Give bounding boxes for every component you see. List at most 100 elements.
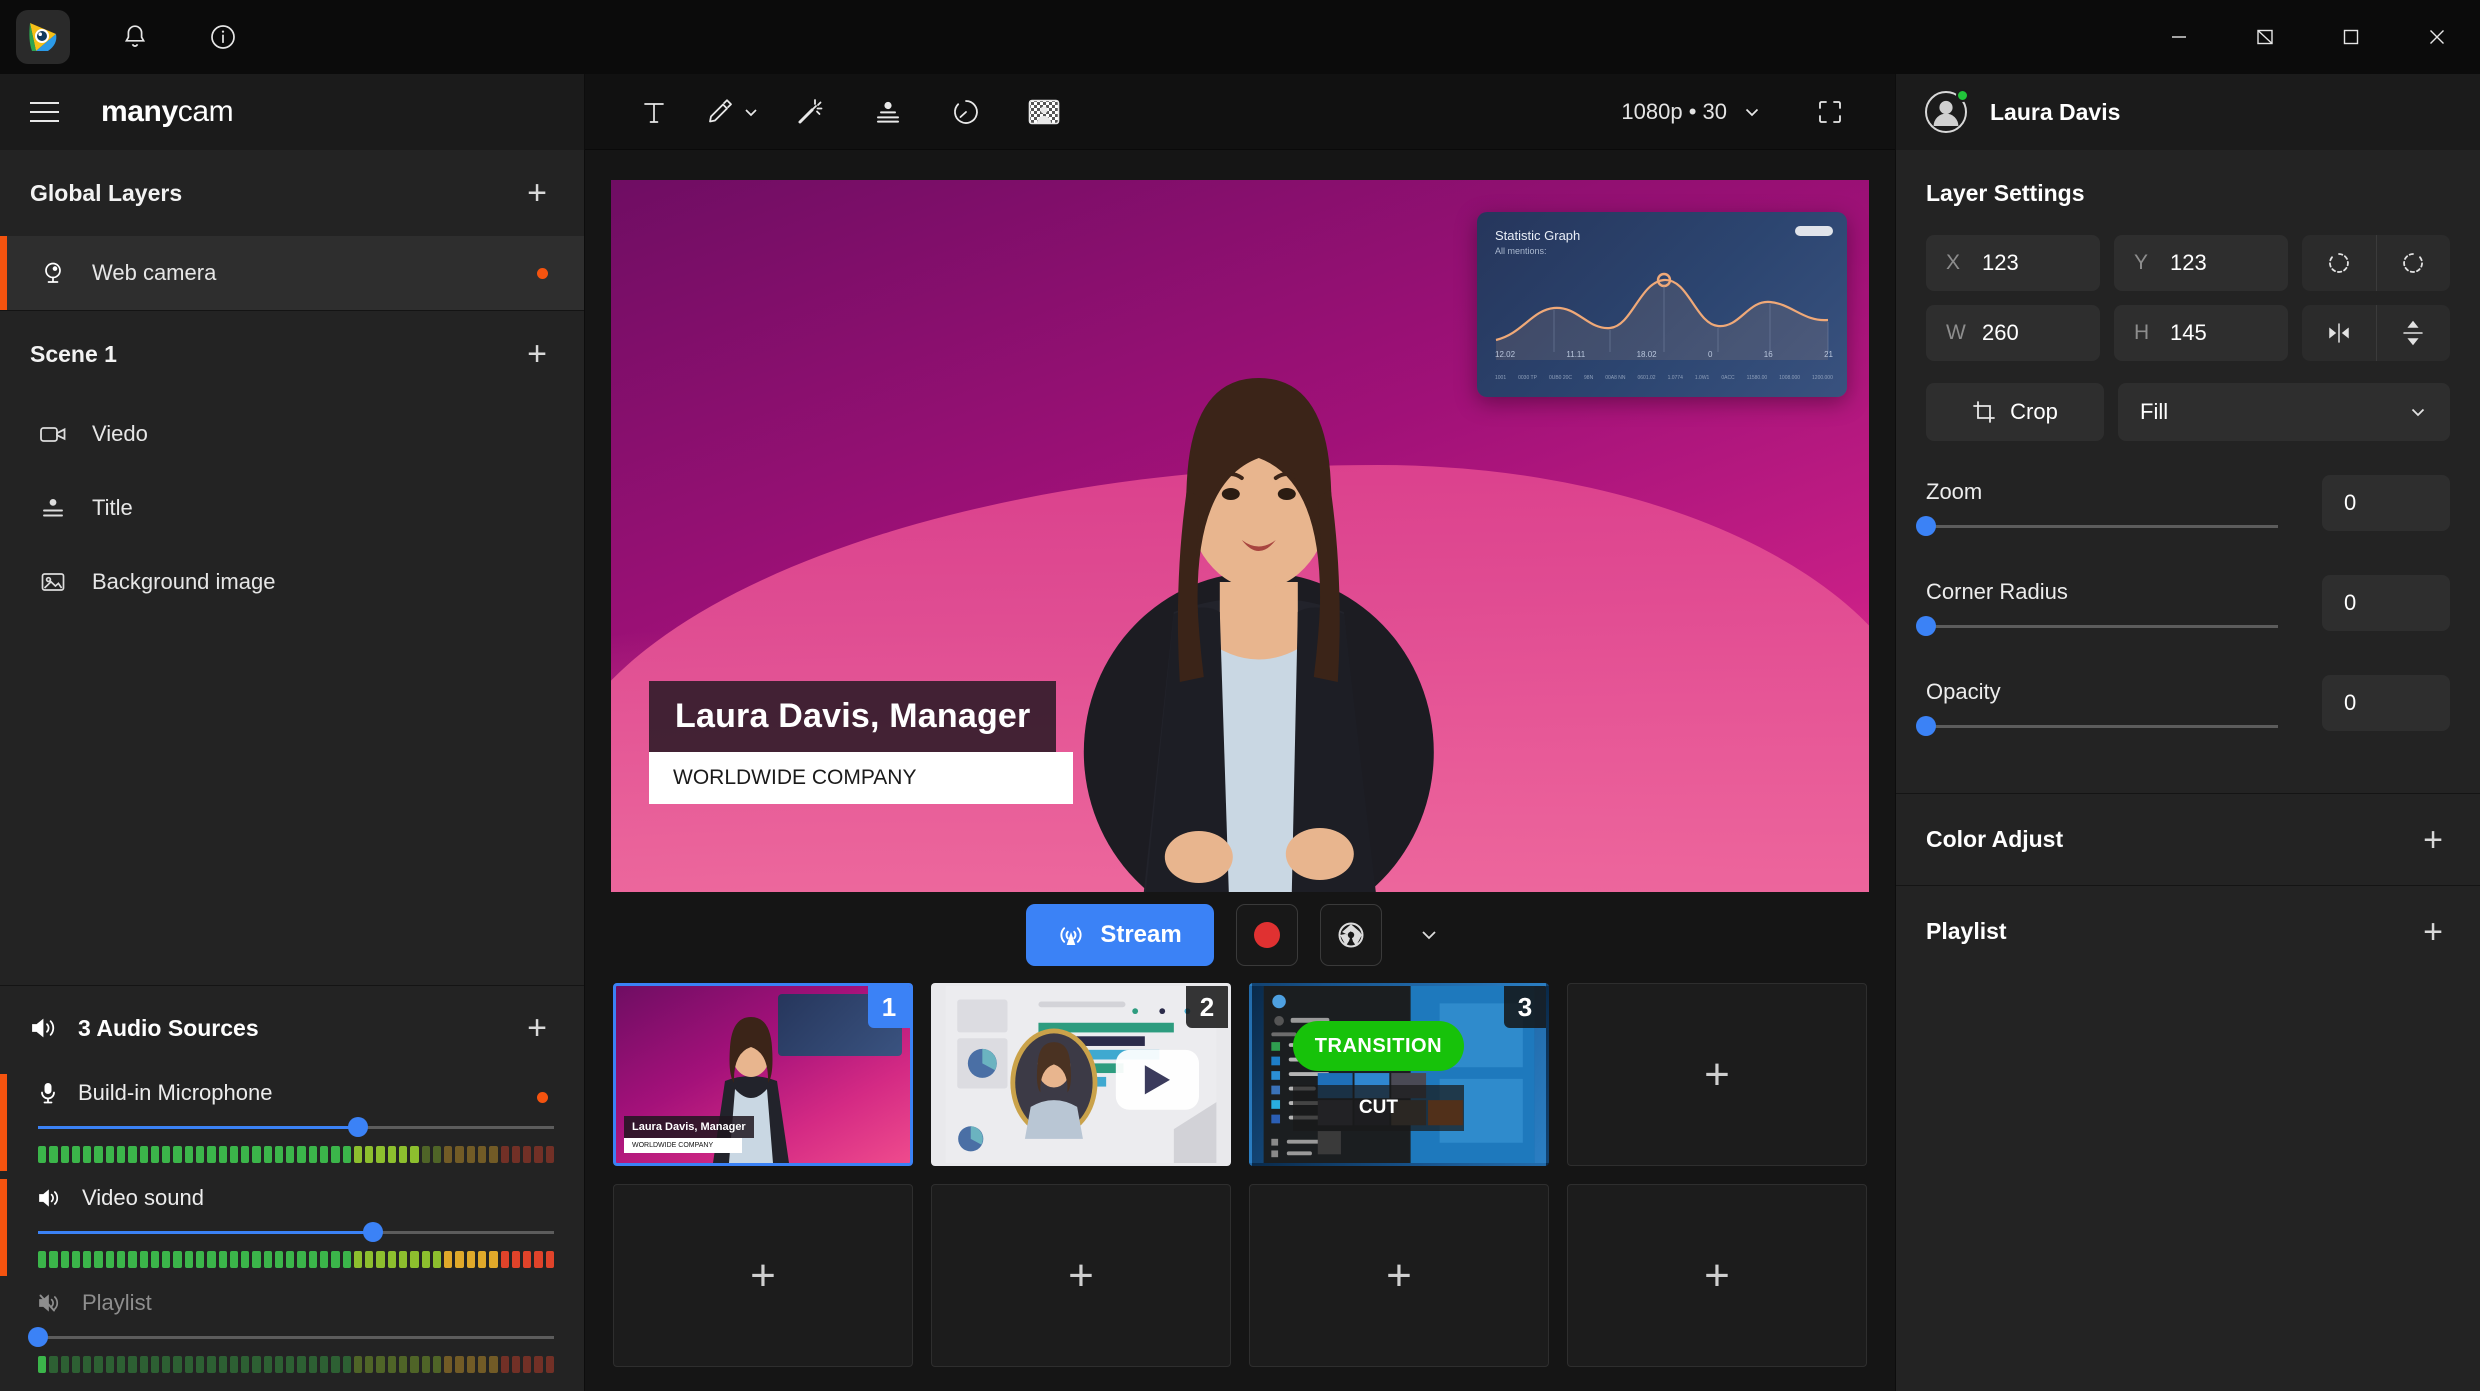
fullscreen-button[interactable] xyxy=(1791,74,1869,150)
sidebar-item-label: Background image xyxy=(92,569,276,594)
width-field[interactable]: W 260 xyxy=(1926,305,2100,361)
zoom-slider[interactable] xyxy=(1916,516,2278,536)
audio-source-microphone[interactable]: Build-in Microphone xyxy=(0,1070,584,1175)
corner-radius-value-field[interactable]: 0 xyxy=(2322,575,2450,631)
chevron-down-icon xyxy=(745,108,757,116)
left-sidebar: manycam Global Layers + Web camera Scene… xyxy=(0,74,585,1391)
scene-thumbnail-2[interactable]: 2 xyxy=(931,983,1231,1166)
background-tool-button[interactable] xyxy=(1005,74,1083,150)
crop-button[interactable]: Crop xyxy=(1926,383,2104,441)
flip-horizontal-button[interactable] xyxy=(2302,305,2376,361)
text-tool-button[interactable] xyxy=(615,74,693,150)
maximize-button[interactable] xyxy=(2308,0,2394,74)
graph-x-label: 18.02 xyxy=(1636,350,1657,359)
scene-thumbnail-add-7[interactable]: + xyxy=(1249,1184,1549,1367)
rotate-right-button[interactable] xyxy=(2375,235,2451,291)
opacity-slider[interactable] xyxy=(1916,716,2278,736)
restore-down-button[interactable] xyxy=(2222,0,2308,74)
minimize-button[interactable] xyxy=(2136,0,2222,74)
lower-third-overlay: Laura Davis, Manager WORLDWIDE COMPANY xyxy=(649,681,1073,804)
hamburger-menu-icon[interactable] xyxy=(30,102,59,122)
chroma-key-icon xyxy=(1028,99,1060,124)
scene-thumbnail-add-6[interactable]: + xyxy=(931,1184,1231,1367)
opacity-value-field[interactable]: 0 xyxy=(2322,675,2450,731)
stream-button[interactable]: Stream xyxy=(1026,903,1214,966)
rotate-right-icon xyxy=(2403,253,2424,273)
title-icon xyxy=(38,497,68,519)
close-button[interactable] xyxy=(2394,0,2480,74)
bell-icon[interactable] xyxy=(108,10,162,64)
corner-radius-label: Corner Radius xyxy=(1926,579,2068,604)
crop-label: Crop xyxy=(2010,399,2058,424)
center-pane: 1080p • 30 Statistic Graph All mentions:… xyxy=(585,74,1895,1391)
timer-tool-button[interactable] xyxy=(927,74,1005,150)
scene-thumbnail-add-4[interactable]: + xyxy=(1567,983,1867,1166)
transition-badge: TRANSITION xyxy=(1293,1021,1464,1071)
record-dot-icon xyxy=(1253,921,1280,948)
effects-tool-button[interactable] xyxy=(771,74,849,150)
fit-mode-value: Fill xyxy=(2140,399,2169,424)
scene-thumbnail-3[interactable]: 3 TRANSITION CUT xyxy=(1249,983,1549,1166)
zoom-value-field[interactable]: 0 xyxy=(2322,475,2450,531)
x-position-field[interactable]: X 123 xyxy=(1926,235,2100,291)
live-indicator-dot xyxy=(537,267,548,279)
user-name: Laura Davis xyxy=(1990,98,2121,125)
opacity-label: Opacity xyxy=(1926,679,2001,704)
user-bar[interactable]: Laura Davis xyxy=(1896,74,2480,150)
global-layers-header: Global Layers + xyxy=(0,150,584,236)
y-position-field[interactable]: Y 123 xyxy=(2114,235,2288,291)
scene-thumbnail-add-8[interactable]: + xyxy=(1567,1184,1867,1367)
layer-settings-header: Layer Settings xyxy=(1896,150,2480,207)
resolution-selector[interactable]: 1080p • 30 xyxy=(1605,89,1777,135)
playlist-section[interactable]: Playlist + xyxy=(1896,885,2480,977)
add-audio-source-button[interactable]: + xyxy=(520,1011,554,1045)
lower-third-tool-button[interactable] xyxy=(849,74,927,150)
audio-source-playlist[interactable]: Playlist xyxy=(0,1280,584,1385)
rotate-left-button[interactable] xyxy=(2302,235,2376,291)
add-scene-label: + xyxy=(750,1250,776,1300)
app-title: manycam xyxy=(101,95,234,129)
draw-tool-button[interactable] xyxy=(693,74,771,150)
video-sound-volume-slider[interactable] xyxy=(38,1222,554,1242)
playlist-volume-slider[interactable] xyxy=(28,1327,554,1347)
sidebar-item-title[interactable]: Title xyxy=(0,471,584,545)
resolution-label: 1080p • 30 xyxy=(1621,98,1727,124)
app-logo-icon[interactable] xyxy=(16,10,70,64)
height-field[interactable]: H 145 xyxy=(2114,305,2288,361)
microphone-volume-slider[interactable] xyxy=(38,1117,554,1137)
y-value: 123 xyxy=(2170,250,2207,275)
scene-number: 1 xyxy=(868,986,910,1028)
add-global-layer-button[interactable]: + xyxy=(520,176,554,210)
record-button[interactable] xyxy=(1235,903,1298,966)
scene-thumbnails: 1 Laura Davis, Manager WORLDWIDE COMPANY… xyxy=(585,977,1895,1391)
x-value: 123 xyxy=(1982,250,2019,275)
video-preview[interactable]: Statistic Graph All mentions: 12.02 11.1… xyxy=(611,180,1869,892)
snapshot-button[interactable] xyxy=(1319,903,1382,966)
add-color-adjust-button[interactable]: + xyxy=(2416,823,2450,857)
webcam-icon xyxy=(38,260,68,286)
corner-radius-slider[interactable] xyxy=(1916,616,2278,636)
cut-badge: CUT xyxy=(1293,1085,1464,1132)
audio-source-video-sound[interactable]: Video sound xyxy=(0,1175,584,1280)
right-panel: Laura Davis Layer Settings X 123 Y 123 W… xyxy=(1895,74,2480,1391)
add-scene-label: + xyxy=(1704,1250,1730,1300)
image-icon xyxy=(38,571,68,593)
layer-settings-title: Layer Settings xyxy=(1926,180,2085,206)
graph-micro-labels: 1001 0030 TP 0UB0 20C 98N 00A8 NN 0601.0… xyxy=(1495,375,1833,381)
scene-thumbnail-add-5[interactable]: + xyxy=(613,1184,913,1367)
info-icon[interactable] xyxy=(196,10,250,64)
opacity-control: Opacity 0 xyxy=(1916,675,2450,745)
scene-thumbnail-1[interactable]: 1 Laura Davis, Manager WORLDWIDE COMPANY xyxy=(613,983,913,1166)
scene-lower-third: Laura Davis, Manager WORLDWIDE COMPANY xyxy=(624,1116,754,1153)
sidebar-item-background-image[interactable]: Background image xyxy=(0,545,584,619)
sidebar-item-viedo[interactable]: Viedo xyxy=(0,397,584,471)
fit-mode-select[interactable]: Fill xyxy=(2118,383,2450,441)
add-playlist-button[interactable]: + xyxy=(2416,915,2450,949)
stream-options-button[interactable] xyxy=(1404,904,1454,966)
video-sound-level-meter xyxy=(38,1251,554,1268)
flip-vertical-button[interactable] xyxy=(2375,305,2451,361)
graph-x-label: 16 xyxy=(1763,350,1773,359)
sidebar-item-web-camera[interactable]: Web camera xyxy=(0,236,584,310)
add-scene-layer-button[interactable]: + xyxy=(520,337,554,371)
color-adjust-section[interactable]: Color Adjust + xyxy=(1896,793,2480,885)
